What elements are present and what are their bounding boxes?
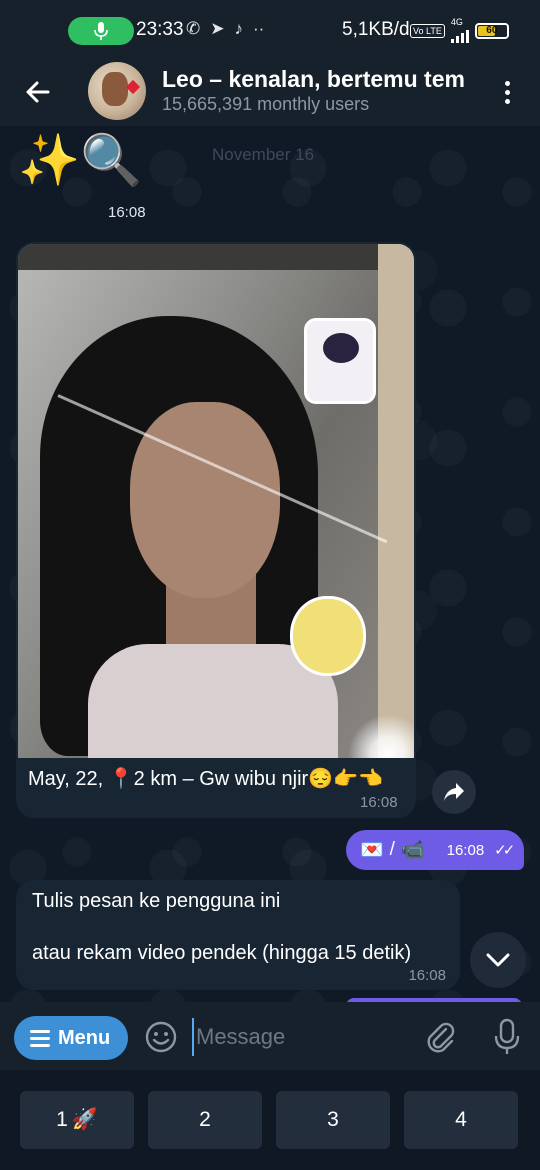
sticker-message[interactable]: ✨🔍 [18,130,158,198]
message-time: 16:08 [408,967,446,984]
network-speed: 5,1KB/d [342,19,410,40]
message-line: atau rekam video pendek (hingga 15 detik… [32,942,412,964]
share-arrow-icon [444,783,464,801]
chat-title[interactable]: Leo – kenalan, bertemu tem [162,66,474,93]
more-notifications-icon: ·· [253,19,265,38]
video-camera-emoji: 📹 [400,840,425,861]
chat-area[interactable]: November 16 ✨🔍 16:08 May, 22, 📍2 km – Gw… [0,126,540,1002]
kuromi-sticker [304,318,376,404]
rocket-emoji: 🚀 [71,1108,98,1131]
keyboard-button-1[interactable]: 1 🚀 [20,1091,134,1149]
status-bar: 23:33 ✆ ➤ ♪ ·· 5,1KB/d Vo LTE 4G 60 [0,0,540,62]
incoming-message[interactable]: Tulis pesan ke pengguna ini atau rekam v… [16,880,460,990]
bot-keyboard: 1 🚀 2 3 4 [0,1070,540,1170]
chat-subtitle: 15,665,391 monthly users [162,94,370,114]
read-checkmarks-icon: ✓✓ [494,842,515,859]
key-label: 3 [327,1108,339,1131]
telegram-icon: ➤ [210,19,225,38]
mic-active-indicator [68,17,134,45]
more-options-button[interactable] [496,76,518,108]
share-button[interactable] [432,770,476,814]
scroll-down-button[interactable] [470,932,526,988]
signal-icon: 4G [450,17,469,43]
message-line: Tulis pesan ke pengguna ini [32,890,281,912]
keyboard-button-3[interactable]: 3 [276,1091,390,1149]
paperclip-icon[interactable] [424,1020,458,1054]
key-label: 1 [56,1108,68,1131]
date-chip: November 16 [212,145,315,164]
avatar[interactable] [88,62,146,120]
pompompurin-sticker [290,596,366,676]
message-time: 16:08 [446,841,485,859]
tiktok-icon: ♪ [234,19,244,38]
keyboard-button-2[interactable]: 2 [148,1091,262,1149]
network-type: 4G [450,17,463,27]
love-letter-emoji: 💌 [360,840,384,861]
menu-icon [30,1029,50,1047]
keyboard-button-4[interactable]: 4 [404,1091,518,1149]
separator: / [389,839,395,860]
message-input-bar: Menu [0,1002,540,1070]
key-label: 2 [199,1108,211,1131]
profile-photo[interactable] [18,244,414,758]
microphone-icon [94,22,108,40]
key-label: 4 [455,1108,467,1131]
photo-message[interactable]: May, 22, 📍2 km – Gw wibu njir😔👉👈 16:08 [16,242,416,818]
emoji-icon[interactable] [144,1020,178,1054]
menu-label: Menu [58,1026,111,1049]
message-input[interactable] [192,1018,412,1056]
outgoing-message[interactable]: 💌 / 📹 16:08 ✓✓ [346,830,524,870]
photo-caption: May, 22, 📍2 km – Gw wibu njir😔👉👈 [28,768,383,790]
message-time: 16:08 [360,794,398,811]
sticker-time: 16:08 [108,204,146,221]
volte-icon: Vo LTE [410,23,445,38]
clock: 23:33 [136,19,184,40]
chat-header: Leo – kenalan, bertemu tem 15,665,391 mo… [0,62,540,126]
chevron-down-icon [486,953,510,967]
battery-level: 60 [486,24,498,36]
sticker-emoji: ✨🔍 [18,132,143,188]
battery-icon: 60 [474,22,509,39]
microphone-icon[interactable] [494,1018,520,1056]
back-arrow-icon[interactable] [22,76,54,108]
bot-menu-button[interactable]: Menu [14,1016,128,1060]
phone-icon: ✆ [186,19,201,38]
